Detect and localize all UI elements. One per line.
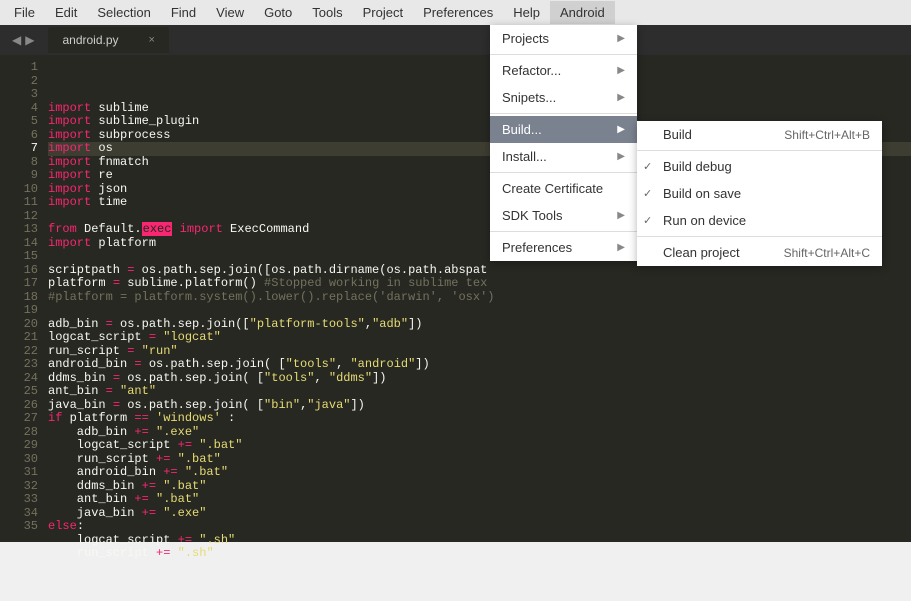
code-line: else: [48, 520, 911, 534]
code-line: from Default.exec import ExecCommand [48, 223, 911, 237]
code-line: run_script += ".bat" [48, 453, 911, 467]
code-line [48, 561, 911, 575]
editor[interactable]: 1234567891011121314151617181920212223242… [0, 55, 911, 542]
code-line: android_bin += ".bat" [48, 466, 911, 480]
menu-tools[interactable]: Tools [302, 1, 352, 24]
code-line: import time [48, 196, 911, 210]
menu-item-refactor-[interactable]: Refactor...▶ [490, 57, 637, 84]
menu-preferences[interactable]: Preferences [413, 1, 503, 24]
menu-find[interactable]: Find [161, 1, 206, 24]
chevron-right-icon: ▶ [617, 65, 625, 76]
code-line: #platform = platform.system().lower().re… [48, 291, 911, 305]
menu-selection[interactable]: Selection [87, 1, 160, 24]
code-line: android_bin = os.path.sep.join( ["tools"… [48, 358, 911, 372]
tab-android-py[interactable]: android.py × [48, 27, 168, 53]
code-area[interactable]: import sublimeimport sublime_pluginimpor… [48, 55, 911, 542]
menu-project[interactable]: Project [353, 1, 413, 24]
tab-bar: ◀ ▶ android.py × [0, 25, 911, 55]
code-line: ant_bin = "ant" [48, 385, 911, 399]
close-icon[interactable]: × [149, 34, 155, 46]
code-line: adb_bin += ".exe" [48, 426, 911, 440]
tab-label: android.py [62, 33, 118, 47]
code-line: scriptpath = os.path.sep.join([os.path.d… [48, 264, 911, 278]
menu-android[interactable]: Android [550, 1, 615, 24]
back-icon[interactable]: ◀ [12, 33, 21, 47]
menu-edit[interactable]: Edit [45, 1, 87, 24]
code-line: ddms_bin = os.path.sep.join( ["tools", "… [48, 372, 911, 386]
code-line: import sublime [48, 102, 911, 116]
menu-view[interactable]: View [206, 1, 254, 24]
code-line: adb_bin = os.path.sep.join(["platform-to… [48, 318, 911, 332]
code-line: ant_bin += ".bat" [48, 493, 911, 507]
menu-file[interactable]: File [4, 1, 45, 24]
code-line: import subprocess [48, 129, 911, 143]
code-line: import fnmatch [48, 156, 911, 170]
separator [490, 54, 637, 55]
code-line: platform = sublime.platform() #Stopped w… [48, 277, 911, 291]
code-line: import os [48, 142, 911, 156]
code-line: import re [48, 169, 911, 183]
menu-item-projects[interactable]: Projects▶ [490, 25, 637, 52]
code-line: import json [48, 183, 911, 197]
code-line: java_bin += ".exe" [48, 507, 911, 521]
code-line: logcat_script = "logcat" [48, 331, 911, 345]
code-line: ddms_bin += ".bat" [48, 480, 911, 494]
menu-help[interactable]: Help [503, 1, 550, 24]
code-line: logcat_script += ".bat" [48, 439, 911, 453]
code-line: run_script = "run" [48, 345, 911, 359]
code-line: java_bin = os.path.sep.join( ["bin","jav… [48, 399, 911, 413]
code-line [48, 250, 911, 264]
menubar: FileEditSelectionFindViewGotoToolsProjec… [0, 0, 911, 25]
chevron-right-icon: ▶ [617, 33, 625, 44]
menu-goto[interactable]: Goto [254, 1, 302, 24]
code-line: run_script += ".sh" [48, 547, 911, 561]
code-line: if platform == 'windows' : [48, 412, 911, 426]
code-line: logcat_script += ".sh" [48, 534, 911, 548]
code-line: import platform [48, 237, 911, 251]
code-line [48, 304, 911, 318]
code-line: import sublime_plugin [48, 115, 911, 129]
line-gutter: 1234567891011121314151617181920212223242… [0, 55, 48, 542]
code-line [48, 210, 911, 224]
nav-arrows[interactable]: ◀ ▶ [6, 33, 40, 47]
forward-icon[interactable]: ▶ [25, 33, 34, 47]
